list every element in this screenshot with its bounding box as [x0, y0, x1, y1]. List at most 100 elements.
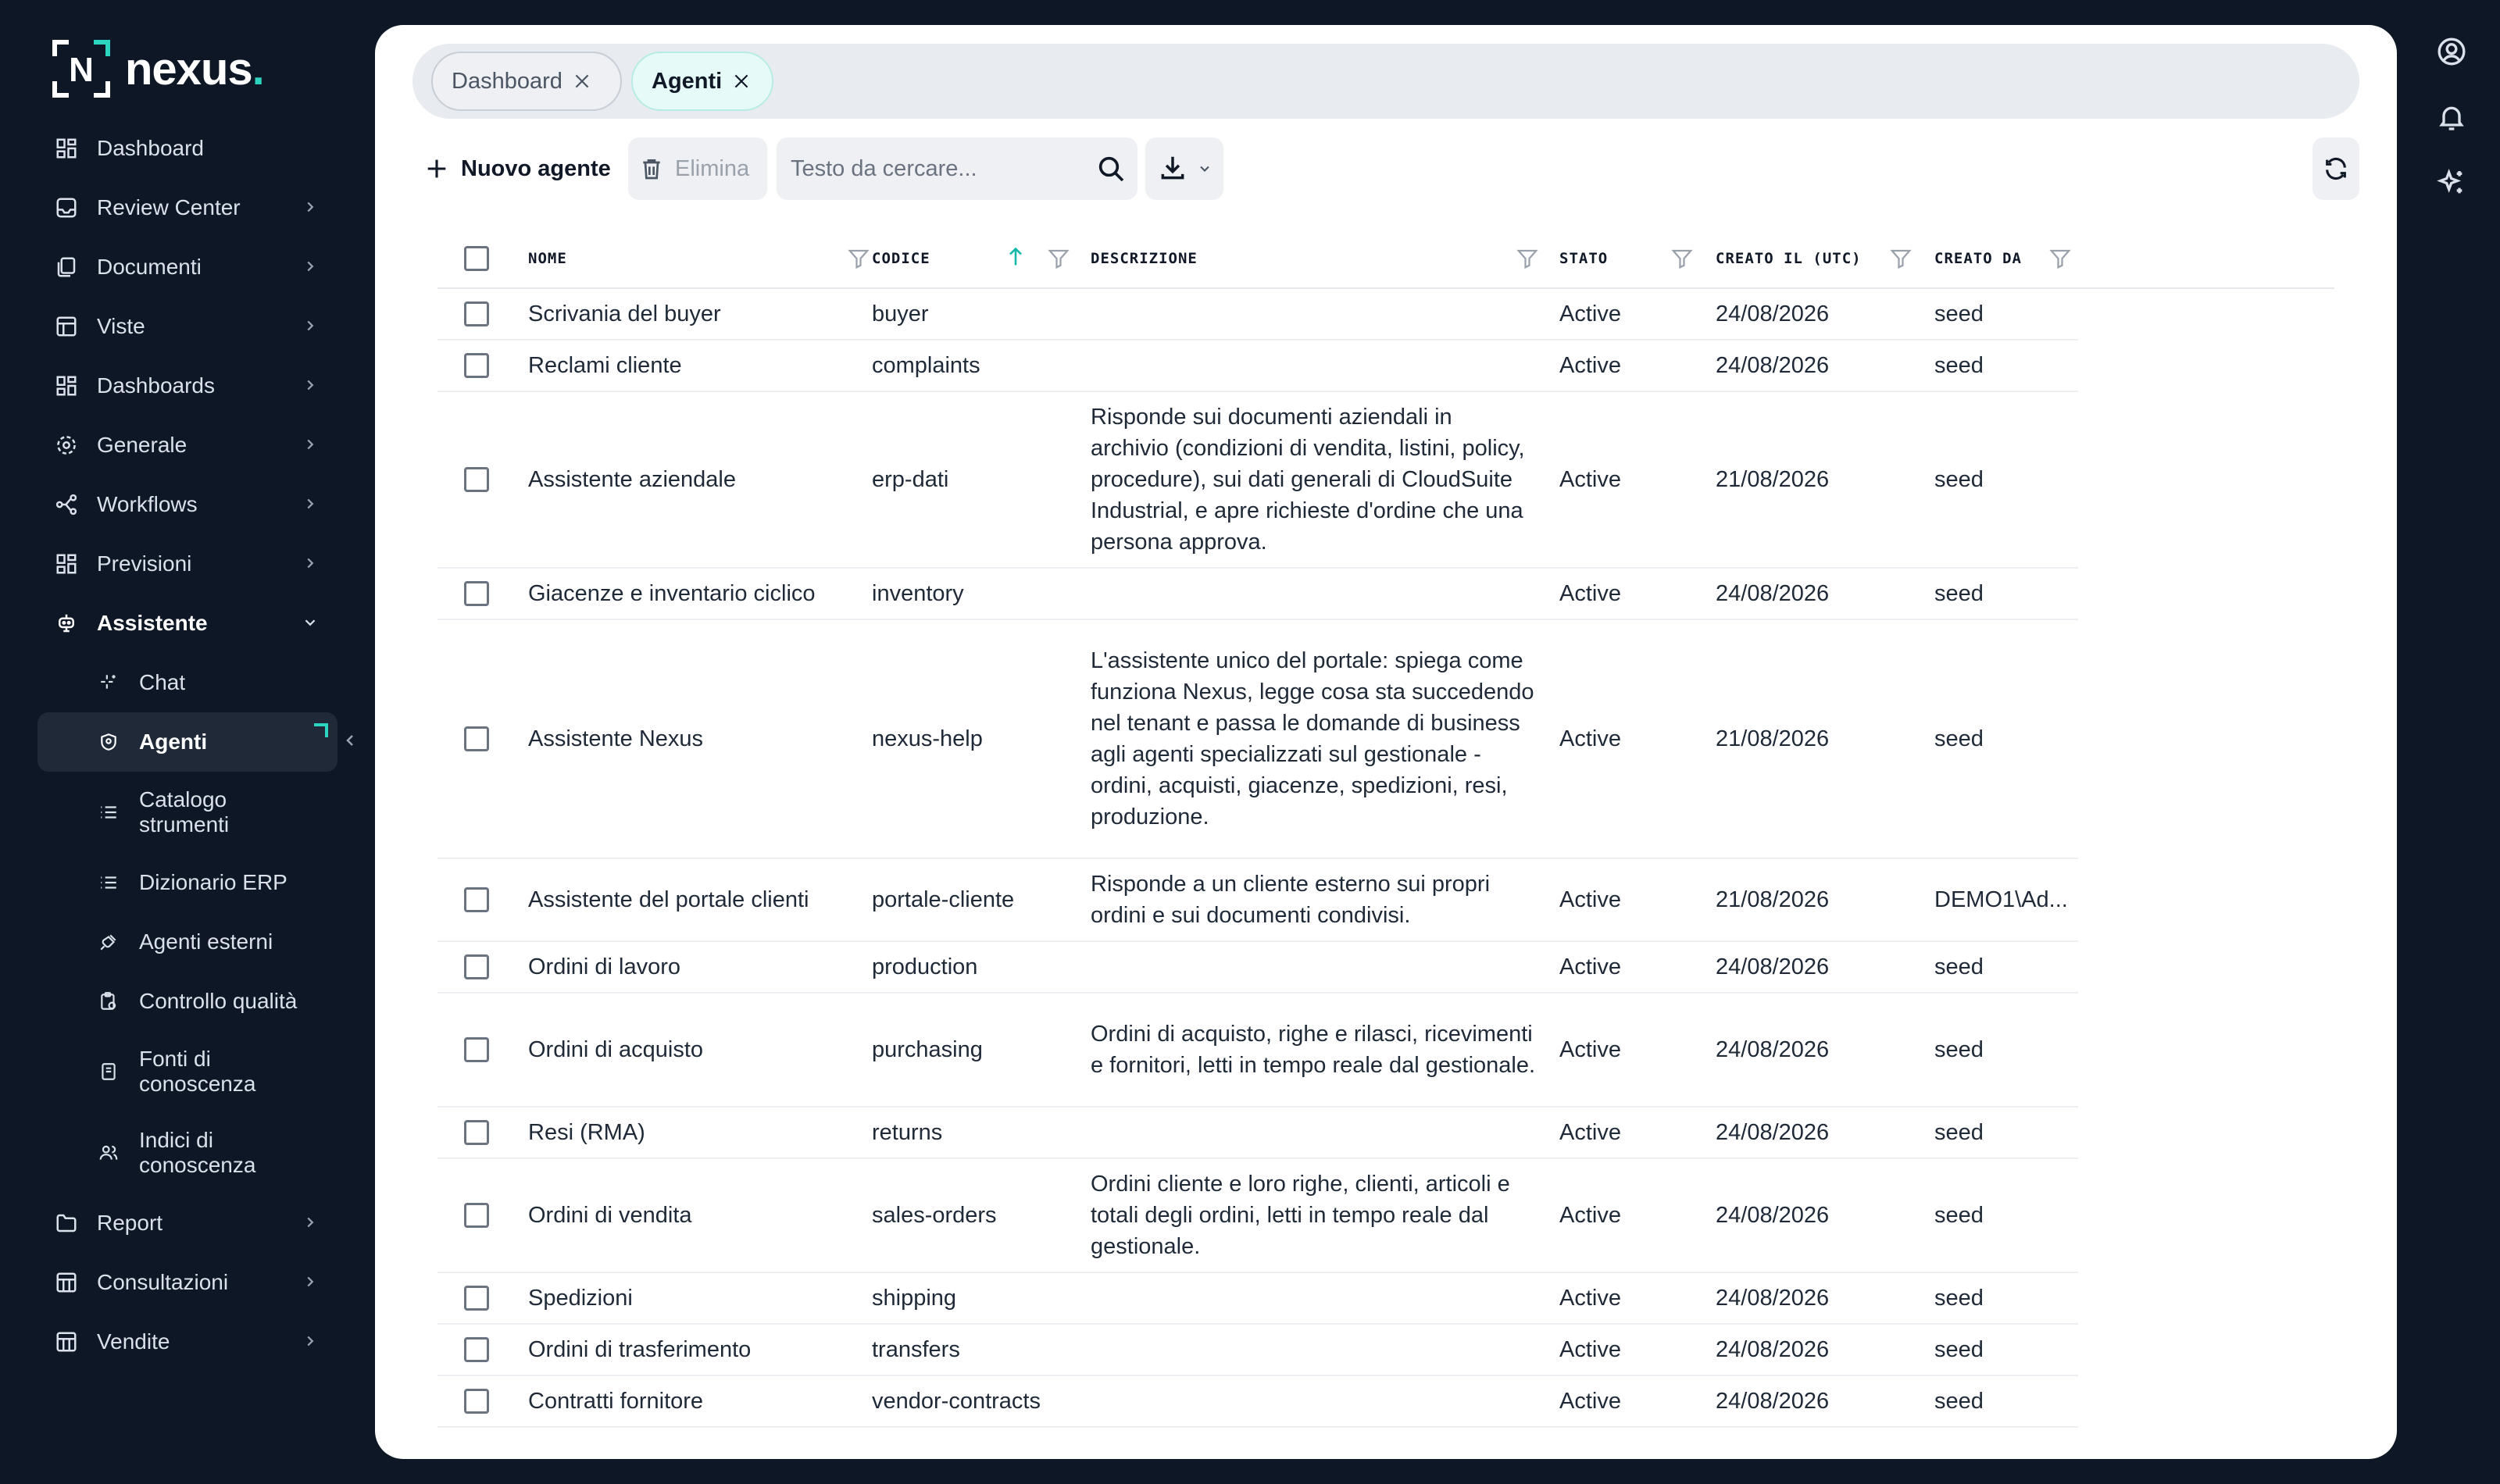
row-checkbox[interactable]	[464, 353, 489, 378]
column-header-stato[interactable]: STATO	[1559, 228, 1700, 289]
row-checkbox[interactable]	[464, 1037, 489, 1062]
row-checkbox[interactable]	[464, 1389, 489, 1414]
sidebar-item-review-center[interactable]: Review Center	[38, 178, 338, 237]
row-checkbox[interactable]	[464, 1120, 489, 1145]
close-icon[interactable]	[572, 71, 592, 91]
cell-creato-da: DEMO1\Ad...	[1934, 886, 2068, 912]
filter-icon[interactable]	[1047, 247, 1070, 270]
sidebar-item-dashboards[interactable]: Dashboards	[38, 356, 338, 416]
sidebar-item-assistente[interactable]: Assistente	[38, 594, 338, 653]
download-icon	[1161, 156, 1184, 180]
collapse-sidebar-icon[interactable]	[341, 731, 359, 750]
row-select-cell	[464, 569, 489, 619]
filter-icon[interactable]	[847, 247, 870, 270]
table-row[interactable]: Ordini di vendita sales-orders Ordini clie…	[438, 1159, 2078, 1273]
brand-logo[interactable]: N nexus.	[52, 39, 265, 98]
filter-icon[interactable]	[1670, 247, 1694, 270]
sidebar-item-label: Review Center	[97, 195, 241, 219]
row-checkbox[interactable]	[464, 1286, 489, 1311]
filter-icon[interactable]	[1889, 247, 1912, 270]
table-row[interactable]: Scrivania del buyer buyer Active 24/08/2026…	[438, 289, 2078, 341]
sidebar-item-workflows[interactable]: Workflows	[38, 475, 338, 534]
chevron-right-icon	[307, 498, 314, 509]
cell-creato-da: seed	[1934, 1036, 1984, 1062]
delete-button[interactable]: Elimina	[628, 137, 767, 200]
cell-descrizione	[1091, 1325, 1536, 1375]
sort-ascending-icon[interactable]	[1005, 245, 1027, 269]
search-input[interactable]	[791, 150, 1088, 187]
shield-icon	[101, 733, 116, 751]
column-header-codice[interactable]: CODICE	[872, 228, 1075, 289]
table-row[interactable]: Ordini di lavoro production Active 24/08/20…	[438, 942, 2078, 993]
column-header-descrizione[interactable]: DESCRIZIONE	[1091, 228, 1544, 289]
sidebar-item-label: Chat	[139, 670, 186, 694]
select-all-checkbox[interactable]	[464, 246, 489, 271]
sidebar-item-documenti[interactable]: Documenti	[38, 237, 338, 297]
sidebar-item-chat[interactable]: Chat	[38, 653, 338, 712]
sidebar-item-agenti-esterni[interactable]: Agenti esterni	[38, 912, 338, 972]
new-agent-button[interactable]: Nuovo agente	[412, 137, 617, 200]
column-header-nome[interactable]: NOME	[528, 228, 870, 289]
table-row[interactable]: Ordini di acquisto purchasing Ordini di ac…	[438, 993, 2078, 1108]
row-checkbox[interactable]	[464, 954, 489, 979]
tab-dashboard[interactable]: Dashboard	[431, 52, 622, 111]
sidebar-item-report[interactable]: Report	[38, 1193, 338, 1253]
filter-icon[interactable]	[1516, 247, 1539, 270]
workflow-icon	[55, 494, 77, 515]
refresh-button[interactable]	[2312, 137, 2359, 200]
sidebar-item-catalogo-strumenti[interactable]: Catalogo strumenti	[38, 772, 338, 853]
row-checkbox[interactable]	[464, 1203, 489, 1228]
row-checkbox[interactable]	[464, 581, 489, 606]
sparkle-icon[interactable]	[2436, 167, 2467, 198]
table-row[interactable]: Resi (RMA) returns Active 24/08/2026 seed	[438, 1108, 2078, 1159]
cell-descrizione	[1091, 942, 1536, 992]
filter-icon[interactable]	[2048, 247, 2072, 270]
table-row[interactable]: Reclami cliente complaints Active 24/08/202…	[438, 341, 2078, 392]
sidebar-item-indici-di-conoscenza[interactable]: Indici di conoscenza	[38, 1112, 338, 1193]
sidebar-item-fonti-di-conoscenza[interactable]: Fonti di conoscenza	[38, 1031, 338, 1112]
sidebar-item-generale[interactable]: Generale	[38, 416, 338, 475]
user-icon[interactable]	[2436, 36, 2467, 67]
cell-stato: Active	[1559, 580, 1621, 606]
sidebar-item-label: Assistente	[97, 611, 208, 635]
sidebar-item-viste[interactable]: Viste	[38, 297, 338, 356]
table-row[interactable]: Assistente Nexus nexus-help L'assistente u…	[438, 620, 2078, 859]
row-select-cell	[464, 859, 489, 940]
plus-icon	[427, 159, 446, 178]
bell-icon[interactable]	[2436, 102, 2467, 133]
refresh-icon	[2326, 157, 2346, 180]
tab-agenti[interactable]: Agenti	[631, 52, 773, 111]
column-header-creato-il[interactable]: CREATO IL (UTC)	[1716, 228, 1919, 289]
chevron-right-icon	[307, 202, 314, 212]
new-agent-label: Nuovo agente	[461, 155, 611, 181]
sidebar-item-dashboard[interactable]: Dashboard	[38, 119, 338, 178]
cell-stato: Active	[1559, 301, 1621, 326]
sidebar-item-previsioni[interactable]: Previsioni	[38, 534, 338, 594]
cell-creato-da: seed	[1934, 1285, 1984, 1311]
sidebar-item-consultazioni[interactable]: Consultazioni	[38, 1253, 338, 1312]
sidebar-item-dizionario-erp[interactable]: Dizionario ERP	[38, 853, 338, 912]
sidebar-item-label: Previsioni	[97, 551, 192, 576]
sidebar-item-agenti[interactable]: Agenti	[38, 712, 338, 772]
column-header-creato-da[interactable]: CREATO DA	[1934, 228, 2122, 289]
row-checkbox[interactable]	[464, 887, 489, 912]
sidebar-item-controllo-qualita[interactable]: Controllo qualità	[38, 972, 338, 1031]
close-icon[interactable]	[731, 71, 752, 91]
table-row[interactable]: Contratti fornitore vendor-contracts Activ…	[438, 1376, 2078, 1428]
table-row[interactable]: Ordini di trasferimento transfers Active 24…	[438, 1325, 2078, 1376]
sidebar-item-label: Fonti di conoscenza	[139, 1047, 256, 1096]
search-icon[interactable]	[1095, 153, 1127, 184]
export-button[interactable]	[1145, 137, 1223, 200]
cell-nome: Spedizioni	[528, 1285, 633, 1311]
table-row[interactable]: Giacenze e inventario ciclico inventory Ac…	[438, 569, 2078, 620]
row-checkbox[interactable]	[464, 301, 489, 326]
cell-creato-il: 24/08/2026	[1716, 301, 1830, 326]
row-checkbox[interactable]	[464, 467, 489, 492]
row-checkbox[interactable]	[464, 726, 489, 751]
table-row[interactable]: Assistente del portale clienti portale-cl…	[438, 859, 2078, 942]
row-checkbox[interactable]	[464, 1337, 489, 1362]
table-row[interactable]: Assistente aziendale erp-dati Risponde sui…	[438, 392, 2078, 569]
table-row[interactable]: Spedizioni shipping Active 24/08/2026 seed	[438, 1273, 2078, 1325]
cell-creato-da: seed	[1934, 301, 1984, 326]
sidebar-item-vendite[interactable]: Vendite	[38, 1312, 338, 1372]
